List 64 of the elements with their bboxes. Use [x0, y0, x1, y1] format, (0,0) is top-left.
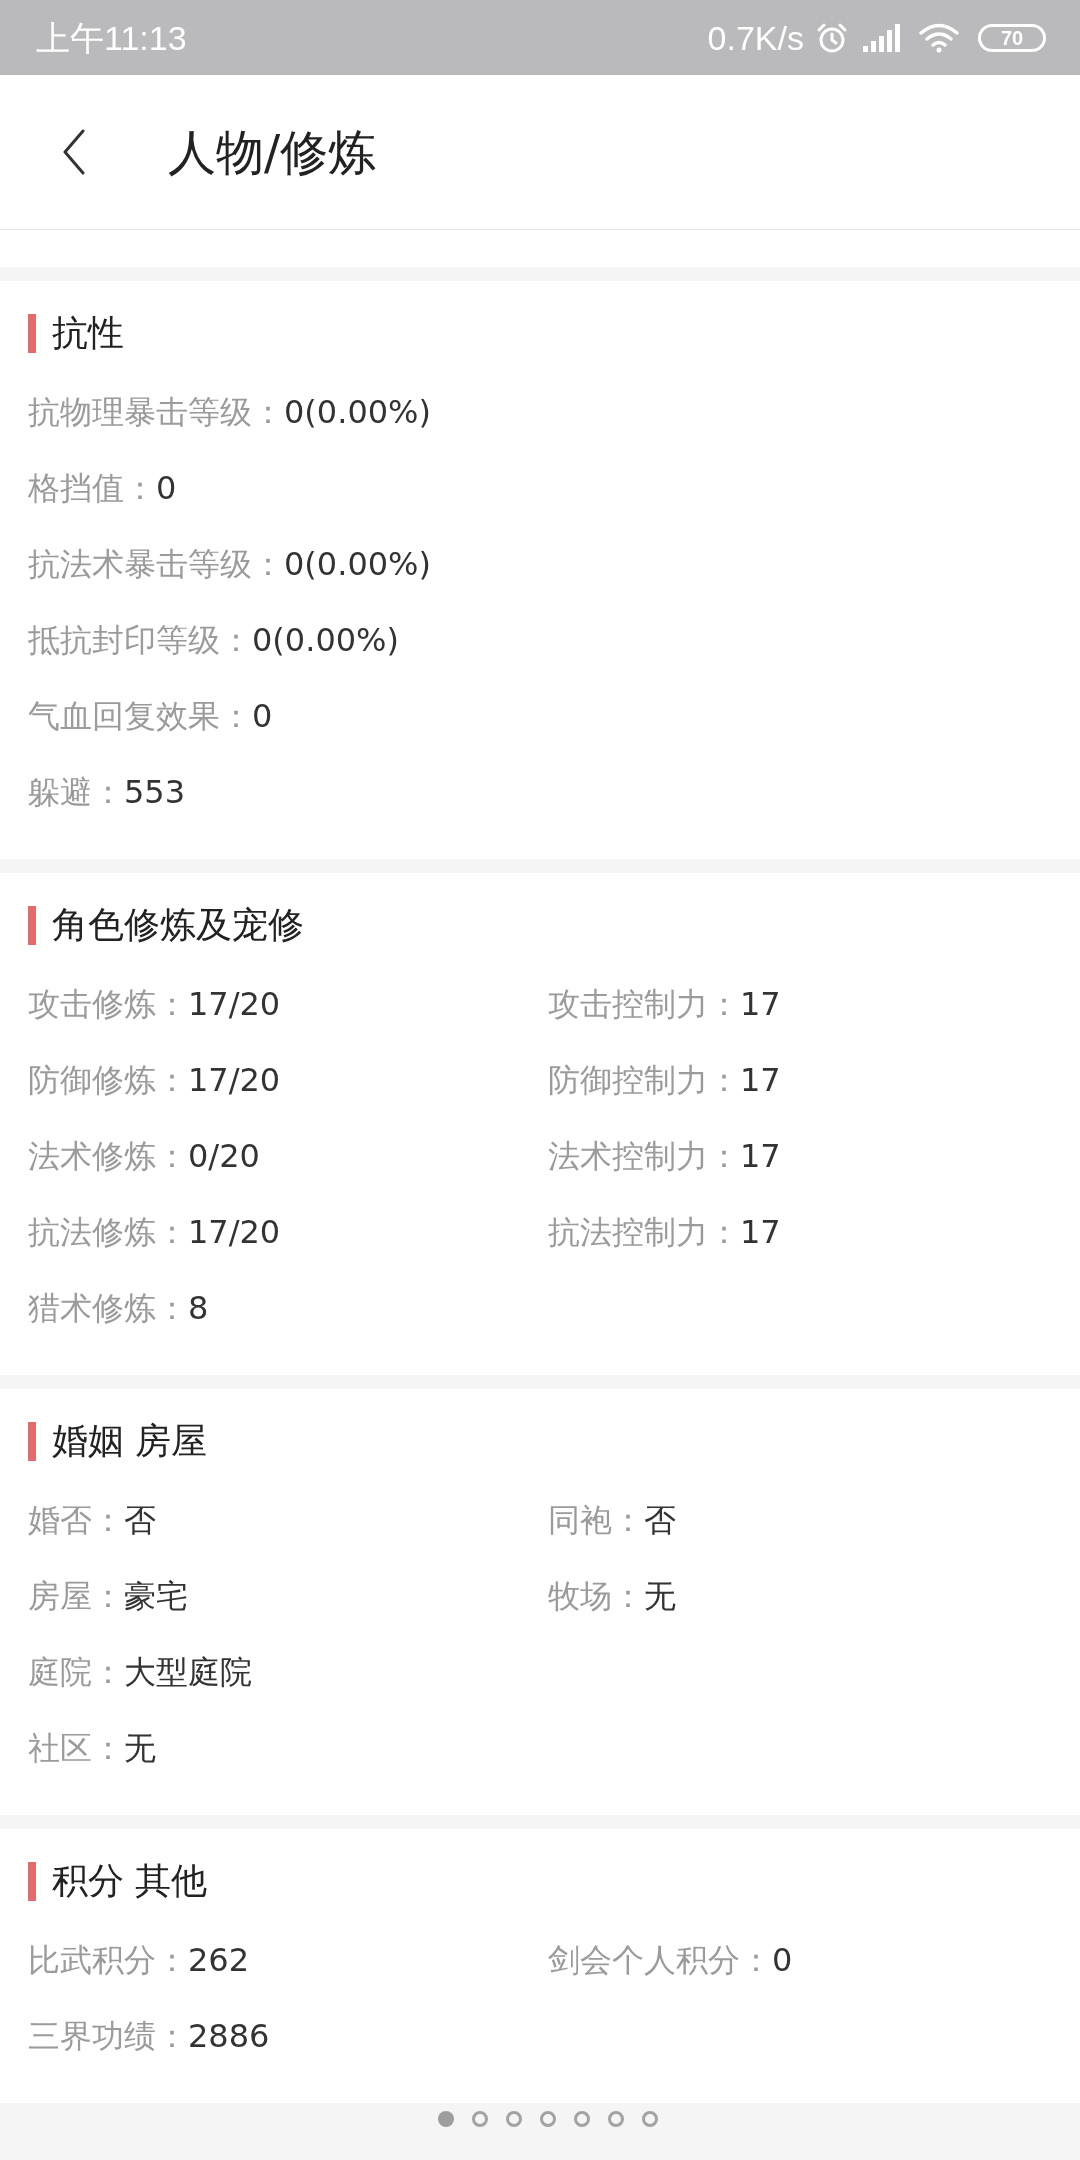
field-value: 0(0.00%) — [284, 544, 431, 584]
network-speed: 0.7K/s — [707, 17, 804, 58]
field-value: 0 — [252, 696, 273, 736]
field-value: 0(0.00%) — [284, 392, 431, 432]
field-value: 否 — [644, 1500, 676, 1540]
field-label: 房屋： — [28, 1576, 124, 1616]
status-time: 上午11:13 — [36, 17, 187, 58]
field-value: 262 — [188, 1940, 250, 1980]
marker-bar-icon — [28, 1421, 36, 1461]
back-chevron-icon — [62, 129, 86, 175]
field-value: 17 — [740, 1212, 781, 1252]
field-value: 2886 — [188, 2016, 270, 2056]
marker-bar-icon — [28, 1861, 36, 1901]
field-value: 17 — [740, 1060, 781, 1100]
field-label: 抗法术暴击等级： — [28, 544, 284, 584]
field-label: 躲避： — [28, 772, 124, 812]
section-title: 积分 其他 — [52, 1861, 208, 1901]
marker-bar-icon — [28, 313, 36, 353]
field-label: 牧场： — [548, 1576, 644, 1616]
field-label: 攻击控制力： — [548, 984, 740, 1024]
field-value: 0 — [772, 1940, 793, 1980]
field-label: 防御控制力： — [548, 1060, 740, 1100]
field-value: 0(0.00%) — [252, 620, 399, 660]
field-label: 婚否： — [28, 1500, 124, 1540]
field-label: 防御修炼： — [28, 1060, 188, 1100]
field-value: 0 — [156, 468, 177, 508]
field-label: 抗法控制力： — [548, 1212, 740, 1252]
field-value: 大型庭院 — [124, 1652, 252, 1692]
field-label: 同袍： — [548, 1500, 644, 1540]
field-label: 格挡值： — [28, 468, 156, 508]
field-value: 17 — [740, 1136, 781, 1176]
field-label: 庭院： — [28, 1652, 124, 1692]
field-label: 抵抗封印等级： — [28, 620, 252, 660]
section-title: 婚姻 房屋 — [52, 1421, 208, 1461]
field-value: 17/20 — [188, 984, 281, 1024]
field-value: 无 — [124, 1728, 156, 1768]
section-title: 抗性 — [52, 313, 124, 353]
field-label: 比武积分： — [28, 1940, 188, 1980]
field-value: 17/20 — [188, 1212, 281, 1252]
field-label: 猎术修炼： — [28, 1288, 188, 1328]
field-value: 17/20 — [188, 1060, 281, 1100]
field-value: 否 — [124, 1500, 156, 1540]
field-label: 剑会个人积分： — [548, 1940, 772, 1980]
field-label: 三界功绩： — [28, 2016, 188, 2056]
field-label: 法术修炼： — [28, 1136, 188, 1176]
field-value: 8 — [188, 1288, 209, 1328]
page-title: 人物/修炼 — [168, 124, 377, 180]
signal-icon — [863, 23, 901, 52]
field-label: 抗法修炼： — [28, 1212, 188, 1252]
field-label: 气血回复效果： — [28, 696, 252, 736]
alarm-clock-icon — [816, 21, 848, 54]
wifi-icon — [919, 21, 959, 54]
field-value: 17 — [740, 984, 781, 1024]
field-value: 0/20 — [188, 1136, 260, 1176]
field-label: 攻击修炼： — [28, 984, 188, 1024]
field-value: 豪宅 — [124, 1576, 188, 1616]
field-label: 抗物理暴击等级： — [28, 392, 284, 432]
field-label: 社区： — [28, 1728, 124, 1768]
field-value: 553 — [124, 772, 186, 812]
field-label: 法术控制力： — [548, 1136, 740, 1176]
battery-indicator: 70 — [978, 23, 1046, 52]
marker-bar-icon — [28, 905, 36, 945]
field-value: 无 — [644, 1576, 676, 1616]
section-title: 角色修炼及宠修 — [52, 905, 304, 945]
